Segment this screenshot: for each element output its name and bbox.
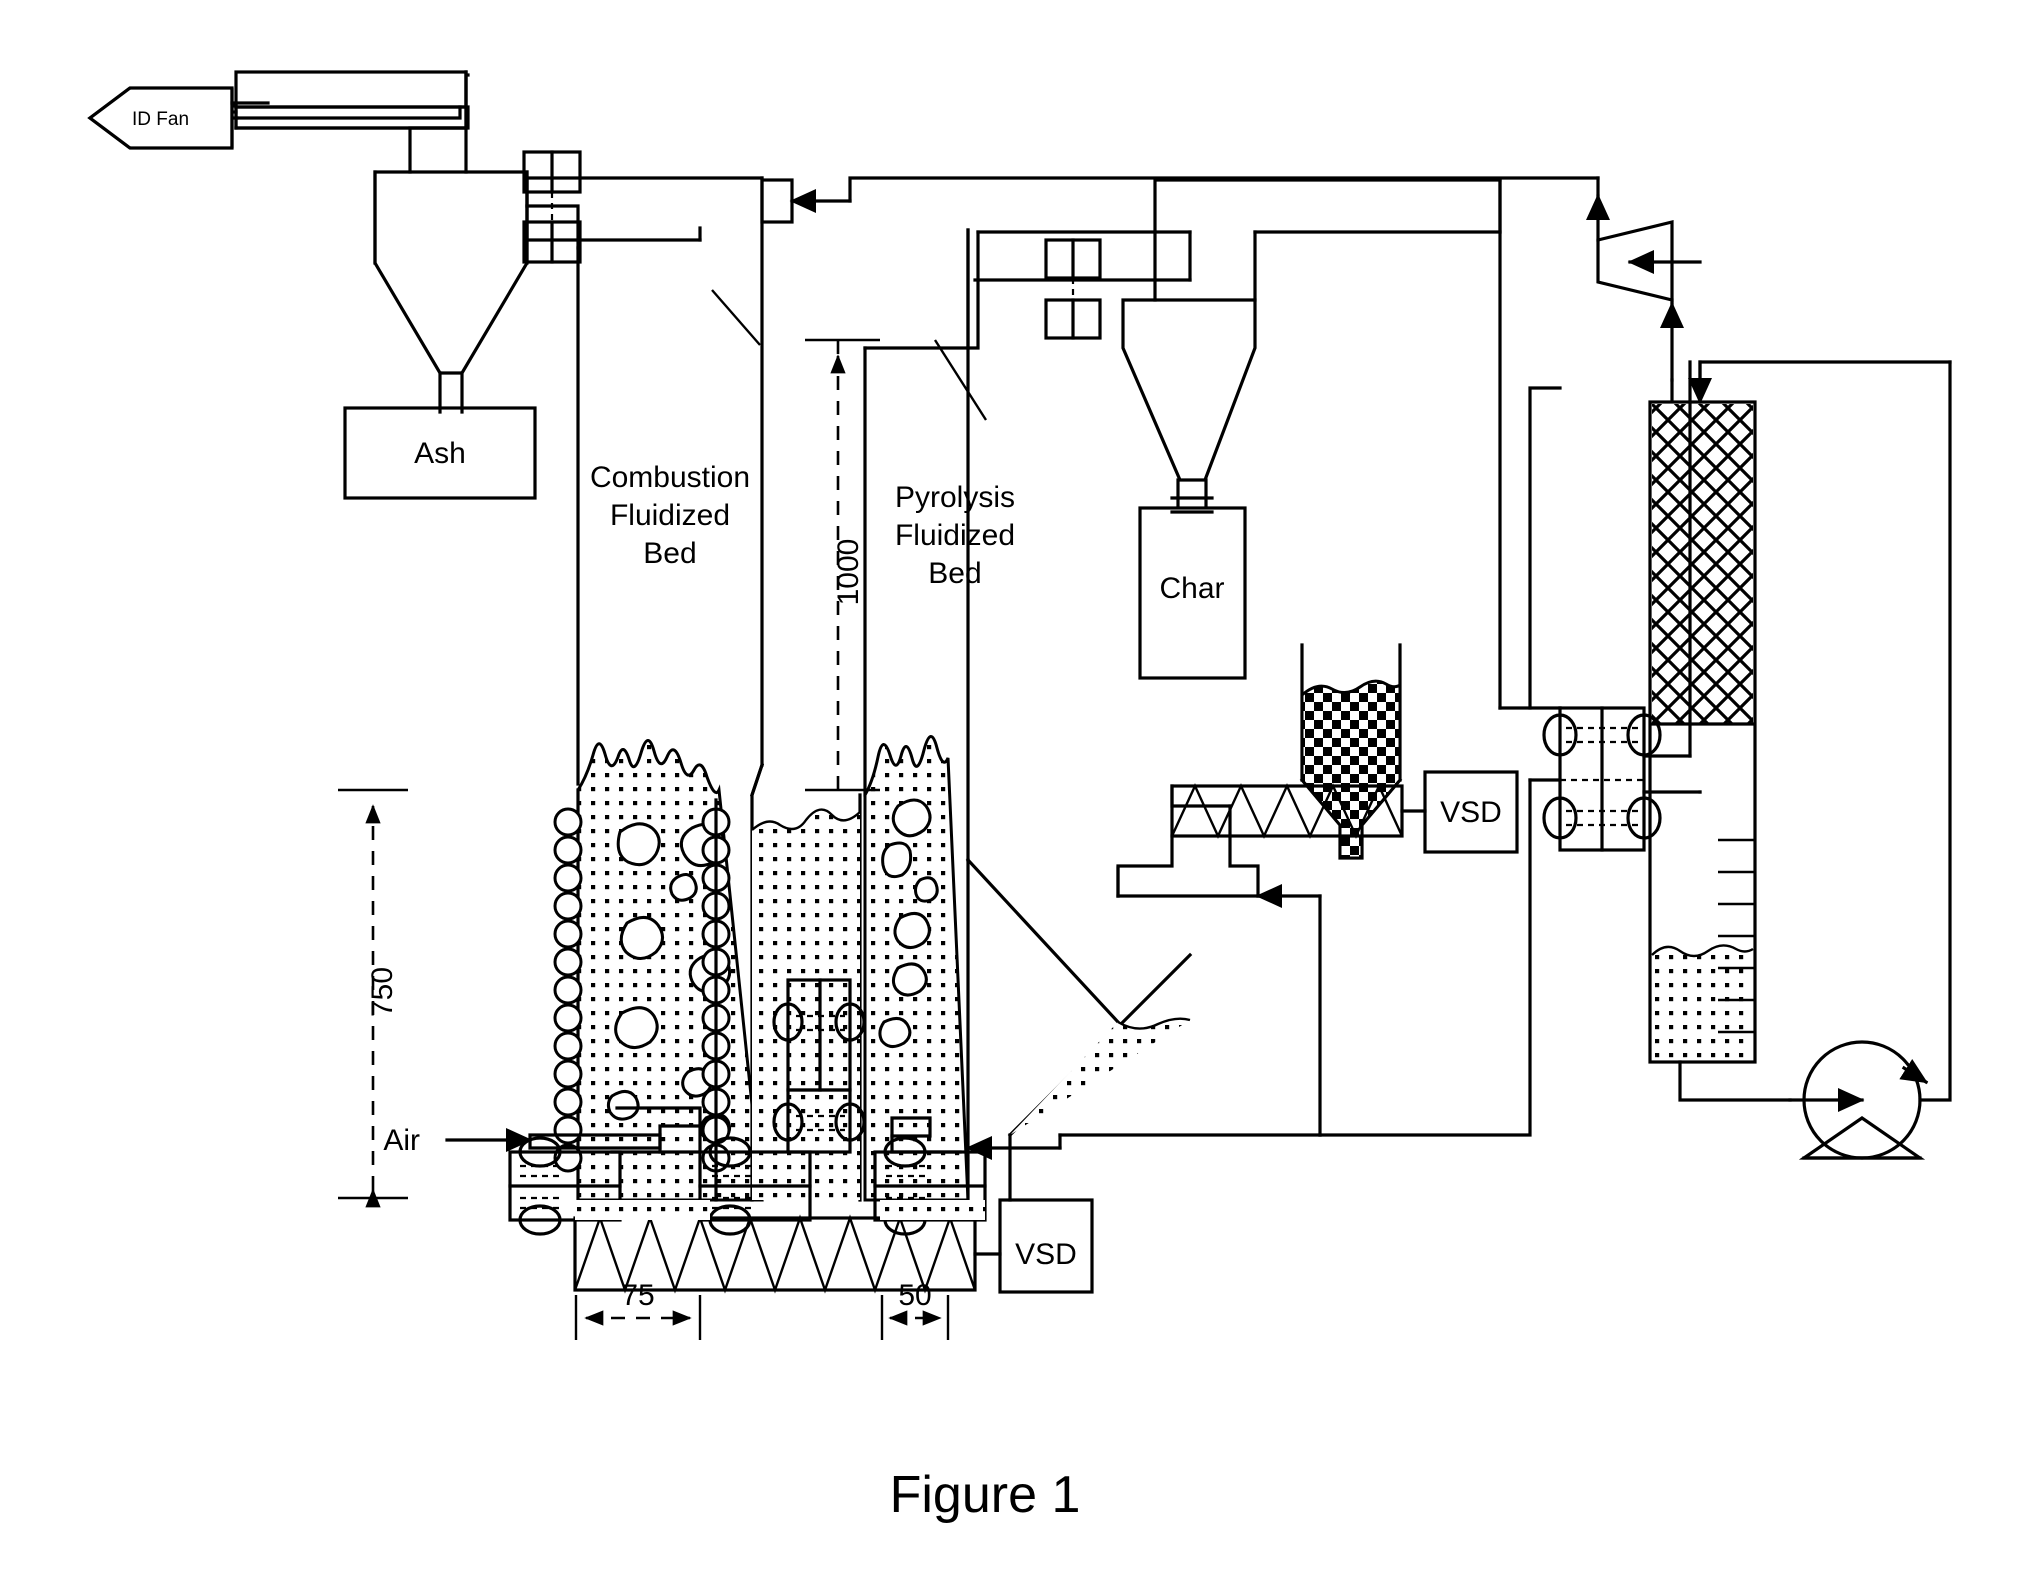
bed-interconnect-standpipe — [749, 762, 862, 1202]
canvas-background — [0, 0, 2042, 1589]
dimension-1000-label: 1000 — [832, 539, 865, 606]
ash-label: Ash — [414, 437, 466, 470]
pyrolysis-bed-label-line3: Bed — [928, 557, 981, 590]
char-label: Char — [1159, 572, 1224, 605]
combustion-bed-label-line2: Fluidized — [610, 499, 730, 532]
figure-caption: Figure 1 — [890, 1466, 1081, 1524]
combustion-bed-label-line3: Bed — [643, 537, 696, 570]
id-fan-label: ID Fan — [132, 109, 189, 130]
figure-canvas: ID Fan Ash Combustion Fluidized Bed Pyro… — [0, 0, 2042, 1589]
dimension-75-label: 75 — [621, 1279, 654, 1312]
feed-vsd-label: VSD — [1440, 796, 1502, 829]
dimension-750-label: 750 — [366, 967, 399, 1017]
air-label: Air — [383, 1124, 420, 1157]
process-flow-diagram: ID Fan Ash Combustion Fluidized Bed Pyro… — [0, 0, 2042, 1589]
conveyor-solids-left — [575, 1200, 710, 1220]
combustion-bed-label-line1: Combustion — [590, 461, 750, 494]
conveyor-solids-right — [880, 1200, 985, 1220]
bottom-vsd-label: VSD — [1015, 1238, 1077, 1271]
standpipe-flange — [772, 978, 866, 1092]
dimension-50-label: 50 — [898, 1279, 931, 1312]
scrubber-packing — [1652, 404, 1753, 724]
pyrolysis-bed-label-line2: Fluidized — [895, 519, 1015, 552]
pyrolysis-bed-label-line1: Pyrolysis — [895, 481, 1015, 514]
